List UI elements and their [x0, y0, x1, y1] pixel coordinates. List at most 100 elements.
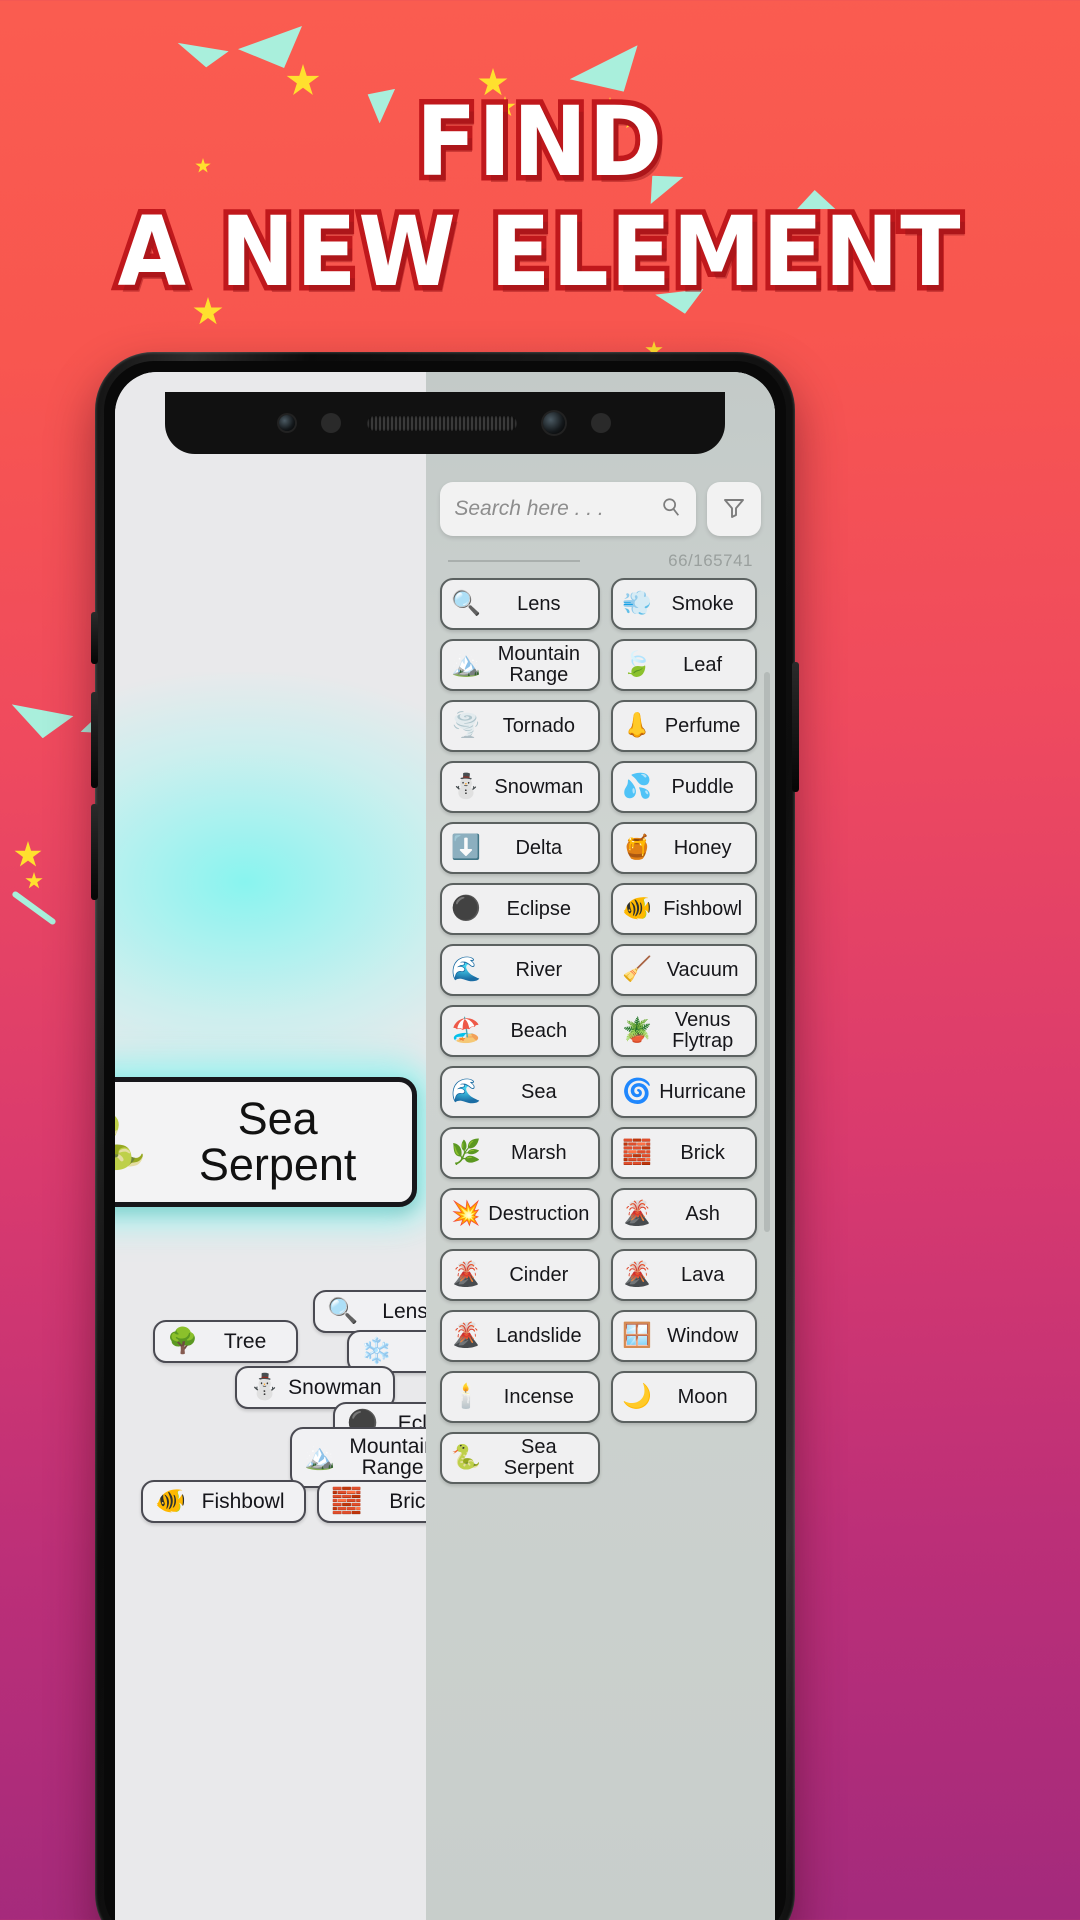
element-list-item[interactable]: 🐠 Fishbowl	[611, 883, 757, 935]
element-list-item[interactable]: 💥 Destruction	[440, 1188, 601, 1240]
element-label: Moon	[677, 1385, 728, 1408]
library-meta-row: 66/165741	[426, 550, 775, 572]
element-list-item[interactable]: 🍃 Leaf	[611, 639, 757, 691]
element-list-item[interactable]: 💨 Smoke	[611, 578, 757, 630]
herb-icon: 🌿	[451, 1139, 482, 1166]
element-list-item[interactable]: 🏔️ Mountain Range	[440, 639, 601, 691]
workspace-canvas[interactable]: 🐍 Sea Serpent 🔍 Lens 🌳 Tree ❄️ Ice ⛄ Sno…	[115, 372, 427, 1920]
sensor-dot-icon	[321, 413, 341, 433]
element-list-item[interactable]: 🏖️ Beach	[440, 1005, 601, 1057]
element-list-item[interactable]: 🍯 Honey	[611, 822, 757, 874]
canvas-chip-label: Snowman	[288, 1375, 382, 1399]
element-label: Fishbowl	[663, 897, 743, 920]
element-list-item[interactable]: 🌋 Lava	[611, 1249, 757, 1301]
element-label: Marsh	[511, 1141, 567, 1164]
filter-button[interactable]	[707, 482, 761, 536]
search-input[interactable]: Search here . . .	[440, 482, 696, 536]
volcano-icon: 🌋	[622, 1261, 653, 1288]
element-label: Venus Flytrap	[672, 1009, 734, 1052]
snake-icon: 🐍	[451, 1444, 482, 1471]
canvas-chip-tree[interactable]: 🌳 Tree	[153, 1320, 298, 1363]
element-label: Destruction	[488, 1202, 590, 1225]
element-label: Brick	[680, 1141, 725, 1164]
element-list-item[interactable]: 🌙 Moon	[611, 1371, 757, 1423]
element-label: Ash	[685, 1202, 720, 1225]
element-list-item[interactable]: 🌊 River	[440, 944, 601, 996]
magnifying-glass-icon: 🔍	[327, 1297, 359, 1325]
canvas-chip-lens[interactable]: 🔍 Lens	[313, 1290, 427, 1333]
phone-volume-up-button[interactable]	[91, 692, 98, 788]
snake-icon: 🐍	[115, 1115, 147, 1169]
confetti-star	[25, 872, 43, 889]
confetti-triangle	[5, 688, 74, 746]
element-label: Landslide	[496, 1324, 582, 1347]
tornado-icon: 🌪️	[451, 712, 482, 739]
canvas-chip-label: Fishbowl	[201, 1489, 285, 1513]
crescent-moon-icon: 🌙	[622, 1383, 653, 1410]
element-list-item[interactable]: 🌋 Landslide	[440, 1310, 601, 1362]
element-list-item[interactable]: ⬇️ Delta	[440, 822, 601, 874]
element-label: Hurricane	[659, 1080, 746, 1103]
candle-icon: 🕯️	[451, 1383, 482, 1410]
wave-icon: 🌊	[451, 1078, 482, 1105]
element-label: Window	[667, 1324, 739, 1347]
divider	[448, 560, 581, 562]
element-list-item[interactable]: 🌊 Sea	[440, 1066, 601, 1118]
confetti-triangle	[238, 26, 302, 68]
filter-funnel-icon	[722, 495, 746, 524]
element-list-item[interactable]: 🧹 Vacuum	[611, 944, 757, 996]
search-row: Search here . . .	[426, 482, 775, 536]
window-icon: 🪟	[622, 1322, 653, 1349]
element-list-item[interactable]: 🧱 Brick	[611, 1127, 757, 1179]
canvas-chip-label: Tree	[223, 1329, 267, 1353]
panel-scrollbar[interactable]	[764, 672, 770, 1232]
snowman-icon: ⛄	[451, 773, 482, 800]
brick-icon: 🧱	[622, 1139, 653, 1166]
magnifying-glass-icon: 🔍	[451, 590, 482, 617]
smoke-icon: 💨	[622, 590, 653, 617]
new-element-result-card[interactable]: 🐍 Sea Serpent	[115, 1077, 417, 1207]
front-camera-icon	[543, 412, 565, 434]
element-library-panel: Search here . . . 66/165741 🔍 Lens 💨 Smo…	[426, 372, 775, 1920]
element-list-item[interactable]: 🌿 Marsh	[440, 1127, 601, 1179]
element-list-item[interactable]: 💦 Puddle	[611, 761, 757, 813]
tree-icon: 🌳	[167, 1327, 199, 1355]
phone-mute-switch[interactable]	[91, 612, 98, 664]
element-label: Cinder	[509, 1263, 569, 1286]
element-list-grid[interactable]: 🔍 Lens 💨 Smoke 🏔️ Mountain Range 🍃 Leaf 🌪️ To…	[426, 572, 775, 1920]
element-list-item[interactable]: ⛄ Snowman	[440, 761, 601, 813]
phone-volume-down-button[interactable]	[91, 804, 98, 900]
element-label: Beach	[510, 1019, 568, 1042]
volcano-icon: 🌋	[451, 1261, 482, 1288]
tropical-fish-icon: 🐠	[155, 1487, 187, 1515]
element-list-item[interactable]: 🪟 Window	[611, 1310, 757, 1362]
element-list-item[interactable]: 🕯️ Incense	[440, 1371, 601, 1423]
phone-screen: 🐍 Sea Serpent 🔍 Lens 🌳 Tree ❄️ Ice ⛄ Sno…	[115, 372, 775, 1920]
element-label: Lens	[517, 592, 561, 615]
proximity-sensor-icon	[591, 413, 611, 433]
headline: FIND A NEW ELEMENT	[0, 88, 1080, 309]
element-list-item[interactable]: 🪴 Venus Flytrap	[611, 1005, 757, 1057]
element-label: Perfume	[664, 714, 741, 737]
headline-line-2: A NEW ELEMENT	[113, 196, 966, 309]
element-list-item[interactable]: ⚫ Eclipse	[440, 883, 601, 935]
canvas-chip-brick[interactable]: 🧱 Brick	[317, 1480, 427, 1523]
search-icon[interactable]	[660, 496, 682, 523]
element-list-item[interactable]: 🌪️ Tornado	[440, 700, 601, 752]
element-list-item[interactable]: 🌋 Ash	[611, 1188, 757, 1240]
element-label: Eclipse	[506, 897, 572, 920]
element-label: Tornado	[502, 714, 575, 737]
element-list-item[interactable]: 🌀 Hurricane	[611, 1066, 757, 1118]
perfume-icon: 👃	[622, 712, 653, 739]
element-list-item[interactable]: 🔍 Lens	[440, 578, 601, 630]
discovery-glow	[115, 672, 427, 1092]
element-label: Delta	[515, 836, 563, 859]
canvas-chip-mountain-range[interactable]: 🏔️ Mountain Range	[290, 1427, 427, 1488]
element-list-item[interactable]: 🐍 Sea Serpent	[440, 1432, 601, 1484]
droplets-icon: 💦	[622, 773, 653, 800]
element-list-item[interactable]: 👃 Perfume	[611, 700, 757, 752]
element-label: Lava	[680, 1263, 725, 1286]
element-list-item[interactable]: 🌋 Cinder	[440, 1249, 601, 1301]
phone-power-button[interactable]	[792, 662, 799, 792]
canvas-chip-fishbowl[interactable]: 🐠 Fishbowl	[141, 1480, 306, 1523]
